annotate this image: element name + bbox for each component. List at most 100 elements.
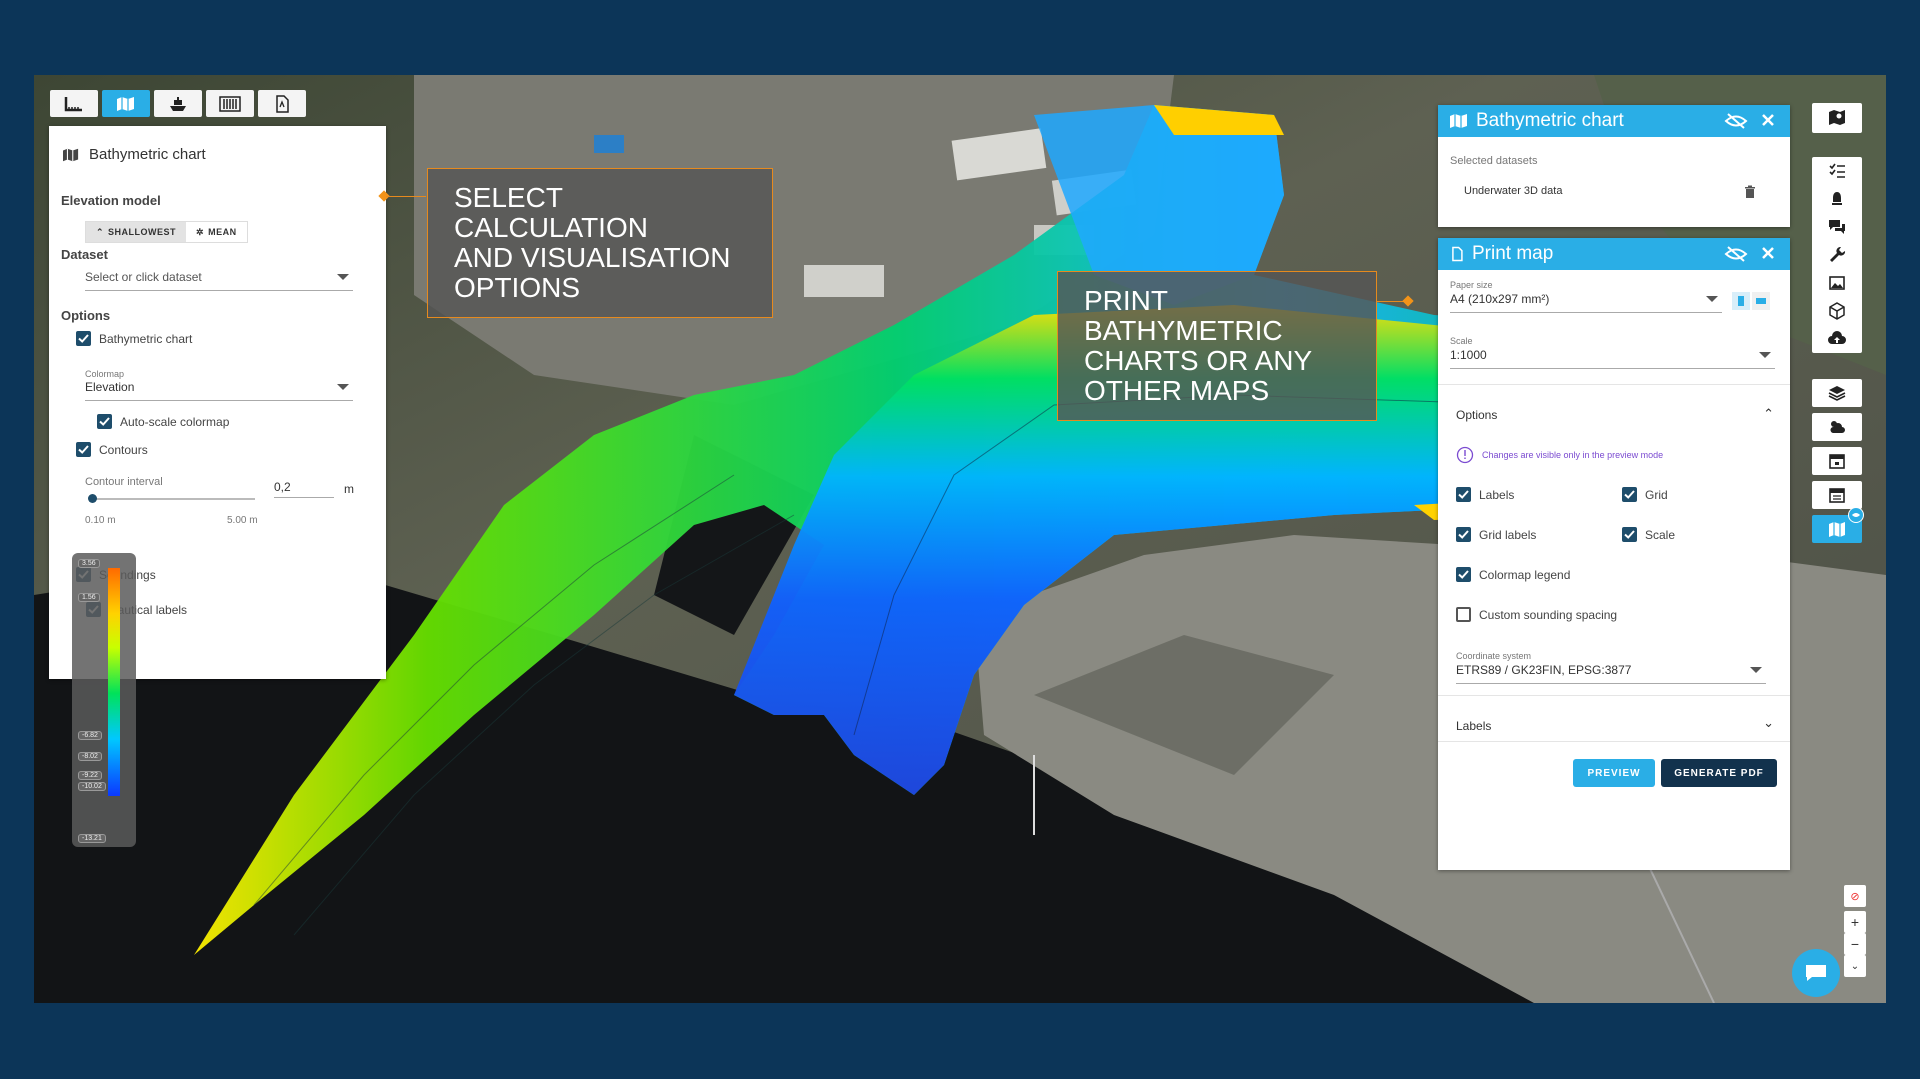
paper-size-select[interactable]: A4 (210x297 mm²) <box>1450 292 1722 313</box>
cloud-upload-icon <box>1828 331 1846 344</box>
auto-scale-colormap-checkbox[interactable]: Auto-scale colormap <box>97 414 229 429</box>
layers-button[interactable] <box>1812 379 1862 407</box>
weather-button[interactable] <box>1812 413 1862 441</box>
comments-button[interactable] <box>1812 213 1862 241</box>
close-icon[interactable] <box>1760 245 1776 261</box>
chevron-down-icon: ⌄ <box>1850 960 1860 972</box>
labels-checkbox[interactable]: Labels <box>1456 487 1514 502</box>
legend-value: -8.02 <box>78 752 102 761</box>
task-list-button[interactable] <box>1812 157 1862 185</box>
selected-datasets-label: Selected datasets <box>1450 155 1538 167</box>
scale-value: 1:1000 <box>1450 348 1487 362</box>
3d-model-button[interactable] <box>1812 297 1862 325</box>
tilt-button[interactable]: ⌄ <box>1844 955 1866 977</box>
contour-unit: m <box>344 482 354 496</box>
labels-label: Labels <box>1479 487 1515 502</box>
contour-interval-input[interactable]: 0,2 <box>274 480 334 498</box>
checkbox-checked-icon <box>76 331 91 346</box>
weather-toolbar <box>1812 413 1862 441</box>
slider-thumb[interactable] <box>88 494 98 503</box>
preview-button[interactable]: PREVIEW <box>1573 759 1655 787</box>
callout-line-2: AND VISUALISATION <box>454 242 731 273</box>
bathymetric-chart-checkbox[interactable]: Bathymetric chart <box>76 331 192 346</box>
schedule-button[interactable] <box>1812 481 1862 509</box>
colormap-select[interactable]: Elevation <box>85 380 353 401</box>
map-button[interactable] <box>102 90 150 117</box>
close-icon[interactable] <box>1760 112 1776 128</box>
labels-section-header[interactable]: Labels ⌄ <box>1456 715 1774 733</box>
measure-button[interactable] <box>50 90 98 117</box>
portrait-orientation-button[interactable] <box>1732 292 1750 310</box>
checkbox-checked-icon <box>1456 527 1471 542</box>
image-icon <box>1829 276 1845 290</box>
colormap-legend-checkbox[interactable]: Colormap legend <box>1456 567 1570 582</box>
bathymetric-chart-label: Bathymetric chart <box>99 331 193 346</box>
options-section-header[interactable]: Options ⌃ <box>1456 406 1774 422</box>
chevron-up-icon: ⌃ <box>1763 406 1774 421</box>
slider-min-label: 0.10 m <box>85 515 116 526</box>
custom-sounding-spacing-checkbox[interactable]: Custom sounding spacing <box>1456 607 1617 622</box>
grid-checkbox[interactable]: Grid <box>1622 487 1668 502</box>
marker-button[interactable] <box>1812 185 1862 213</box>
grid-labels-checkbox[interactable]: Grid labels <box>1456 527 1536 542</box>
generate-pdf-button[interactable]: GENERATE PDF <box>1661 759 1777 787</box>
reset-north-button[interactable]: ⊘ <box>1844 885 1866 907</box>
colormap-value: Elevation <box>85 380 135 394</box>
compass-icon: ⊘ <box>1850 890 1860 903</box>
checkbox-checked-icon <box>1622 487 1637 502</box>
image-button[interactable] <box>1812 269 1862 297</box>
callout-line-2: CHARTS OR ANY <box>1084 345 1313 376</box>
mean-icon: ✲ <box>196 226 205 237</box>
options-heading: Options <box>61 308 111 323</box>
calendar-button[interactable] <box>1812 447 1862 475</box>
shallowest-option[interactable]: ⌃ SHALLOWEST <box>86 222 187 242</box>
auto-scale-label: Auto-scale colormap <box>120 414 230 429</box>
trash-icon[interactable] <box>1744 185 1756 199</box>
dataset-heading: Dataset <box>61 247 108 262</box>
zoom-out-button[interactable]: − <box>1844 933 1866 955</box>
hide-icon[interactable] <box>1724 112 1748 130</box>
chat-button[interactable] <box>1792 949 1840 997</box>
landscape-icon <box>1756 298 1766 304</box>
legend-value: 1.56 <box>78 593 100 602</box>
checkbox-checked-icon <box>1622 527 1637 542</box>
scale-checkbox[interactable]: Scale <box>1622 527 1675 542</box>
contours-label: Contours <box>99 442 148 457</box>
calendar-icon <box>1829 454 1845 469</box>
barcode-button[interactable] <box>206 90 254 117</box>
layers-icon <box>1828 386 1846 401</box>
preview-notice: Changes are visible only in the preview … <box>1456 446 1663 464</box>
contours-checkbox[interactable]: Contours <box>76 442 148 457</box>
checkbox-checked-icon <box>76 442 91 457</box>
paper-size-label: Paper size <box>1450 280 1493 290</box>
hide-icon[interactable] <box>1724 245 1748 263</box>
divider <box>1438 695 1790 696</box>
contour-interval-slider[interactable] <box>88 494 255 503</box>
chevron-down-icon <box>1706 296 1718 302</box>
checkbox-checked-icon <box>1456 487 1471 502</box>
chevron-down-icon: ⌄ <box>1763 715 1774 730</box>
coordinate-system-label: Coordinate system <box>1456 651 1532 661</box>
coordinate-system-select[interactable]: ETRS89 / GK23FIN, EPSG:3877 <box>1456 663 1766 684</box>
shallowest-label: SHALLOWEST <box>108 227 177 237</box>
landscape-orientation-button[interactable] <box>1752 292 1770 310</box>
map-pin-button[interactable] <box>1812 103 1862 131</box>
scale-select[interactable]: 1:1000 <box>1450 348 1775 369</box>
mean-option[interactable]: ✲ MEAN <box>186 222 247 242</box>
pdf-export-button[interactable] <box>258 90 306 117</box>
portrait-icon <box>1738 296 1744 306</box>
elevation-model-heading: Elevation model <box>61 193 161 208</box>
upload-button[interactable] <box>1812 325 1862 353</box>
map-icon <box>63 148 79 161</box>
tools-button[interactable] <box>1812 241 1862 269</box>
scale-cb-label: Scale <box>1645 527 1676 542</box>
ship-button[interactable] <box>154 90 202 117</box>
grid-label: Grid <box>1645 487 1668 502</box>
zoom-in-button[interactable]: + <box>1844 911 1866 933</box>
panel-title-text: Bathymetric chart <box>89 146 206 163</box>
print-maps-callout: PRINT BATHYMETRIC CHARTS OR ANY OTHER MA… <box>1057 271 1377 421</box>
dataset-select[interactable]: Select or click dataset <box>85 270 353 291</box>
chevron-down-icon <box>337 384 349 390</box>
legend-value: -6.82 <box>78 731 102 740</box>
map-pin-icon <box>1829 110 1845 125</box>
